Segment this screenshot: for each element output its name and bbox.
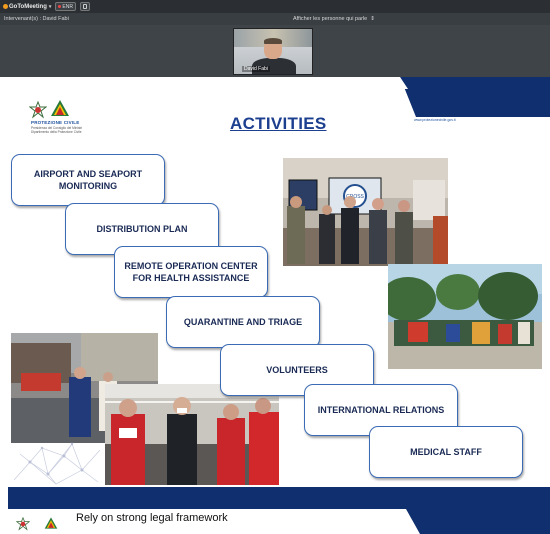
speaker-video-tile[interactable]: David Fabi (233, 28, 313, 75)
protezione-civile-logo-icon (44, 517, 58, 529)
participants-label: Intervenant(s) : David Fabi (4, 16, 69, 22)
slide-bottom-banner (8, 487, 550, 509)
medical-staff-photo (105, 384, 279, 485)
site-url: www.protezionecivile.gov.it (414, 118, 456, 122)
dept-subtitle: Presidenza del Consiglio dei Ministri Di… (31, 126, 83, 134)
slide-top-banner (8, 77, 550, 117)
meeting-photo: CROSS (283, 158, 448, 266)
slide-title: ACTIVITIES (230, 114, 327, 133)
record-icon (58, 5, 62, 8)
record-label: ENR (62, 3, 73, 10)
next-slide-preview: Rely on strong legal framework (8, 509, 550, 534)
participants-bar: Intervenant(s) : David Fabi Afficher les… (0, 13, 550, 25)
activity-remote-operation-center[interactable]: REMOTE OPERATION CENTER FOR HEALTH ASSIS… (114, 246, 268, 298)
lock-button[interactable] (79, 2, 90, 11)
chevron-down-icon: ▾ (48, 3, 52, 10)
protezione-civile-logo-icon (51, 100, 69, 116)
italian-emblem-icon (16, 517, 30, 531)
sort-arrows-icon: ⇕ (370, 16, 375, 22)
volunteers-group-photo (388, 264, 542, 369)
lock-icon (82, 4, 87, 9)
activity-airport-seaport[interactable]: AIRPORT AND SEAPORT MONITORING (11, 154, 165, 206)
network-decoration (13, 442, 101, 485)
screen: GoToMeeting ▾ ENR Intervenant(s) : David… (0, 0, 550, 534)
app-logo-icon (3, 4, 8, 9)
record-button[interactable]: ENR (55, 2, 76, 11)
italian-emblem-icon (29, 101, 47, 119)
activity-medical-staff[interactable]: MEDICAL STAFF (369, 426, 523, 478)
dept-title: PROTEZIONE CIVILE (31, 120, 80, 125)
speaker-hair (264, 38, 282, 44)
view-label: Afficher les personne qui parle (293, 16, 368, 22)
meeting-toolbar: GoToMeeting ▾ ENR (0, 0, 550, 13)
shared-slide: PROTEZIONE CIVILE Presidenza del Consigl… (8, 77, 550, 509)
app-name: GoToMeeting (9, 3, 47, 10)
view-selector[interactable]: Afficher les personne qui parle ⇕ (293, 16, 375, 22)
next-slide-text: Rely on strong legal framework (76, 512, 228, 524)
activity-quarantine-triage[interactable]: QUARANTINE AND TRIAGE (166, 296, 320, 348)
app-menu[interactable]: GoToMeeting ▾ (3, 4, 51, 10)
speaker-name: David Fabi (242, 66, 270, 72)
